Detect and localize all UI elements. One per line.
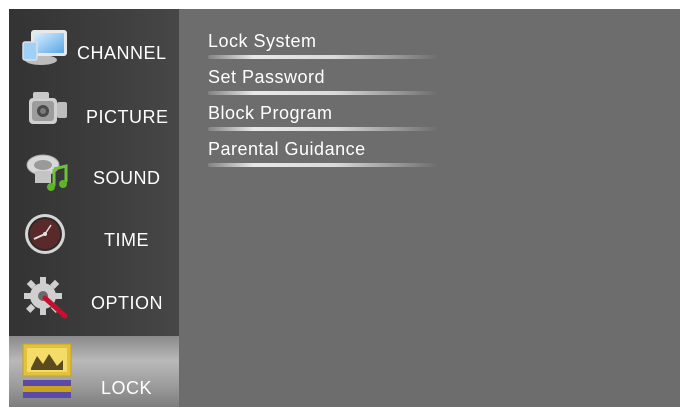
menu-item-label: LOCK <box>101 378 153 398</box>
menu-item-label: SOUND <box>93 168 161 188</box>
menu-item-label: OPTION <box>91 293 164 313</box>
option-label: Lock System <box>208 31 317 51</box>
lock-icon <box>21 342 73 402</box>
option-lock-system[interactable]: Lock System <box>208 31 448 61</box>
option-label: Block Program <box>208 103 333 123</box>
tv-osd-menu: CHANNEL PICTURE SOUND TIME OPTION LOCK L… <box>9 9 680 407</box>
menu-item-label: PICTURE <box>86 107 169 127</box>
option-divider <box>208 127 438 131</box>
menu-item-lock[interactable]: LOCK <box>9 336 179 407</box>
menu-item-time[interactable]: TIME <box>9 203 179 265</box>
menu-item-channel[interactable]: CHANNEL <box>9 18 179 80</box>
menu-item-label: TIME <box>104 230 149 250</box>
option-block-program[interactable]: Block Program <box>208 103 448 133</box>
option-parental-guidance[interactable]: Parental Guidance <box>208 139 448 169</box>
option-label: Set Password <box>208 67 326 87</box>
sound-music-icon <box>21 149 71 195</box>
main-menu-sidebar: CHANNEL PICTURE SOUND TIME OPTION LOCK <box>9 9 179 407</box>
option-divider <box>208 91 438 95</box>
time-clock-icon <box>21 211 71 257</box>
option-gear-icon <box>21 274 71 320</box>
option-label: Parental Guidance <box>208 139 366 159</box>
lock-submenu: Lock System Set Password Block Program P… <box>179 9 680 407</box>
option-set-password[interactable]: Set Password <box>208 67 448 97</box>
option-divider <box>208 163 438 167</box>
menu-item-sound[interactable]: SOUND <box>9 141 179 203</box>
channel-monitor-icon <box>21 26 71 72</box>
picture-camera-icon <box>21 88 71 134</box>
menu-item-picture[interactable]: PICTURE <box>9 80 179 142</box>
option-divider <box>208 55 438 59</box>
menu-item-option[interactable]: OPTION <box>9 266 179 328</box>
menu-item-label: CHANNEL <box>77 43 167 63</box>
